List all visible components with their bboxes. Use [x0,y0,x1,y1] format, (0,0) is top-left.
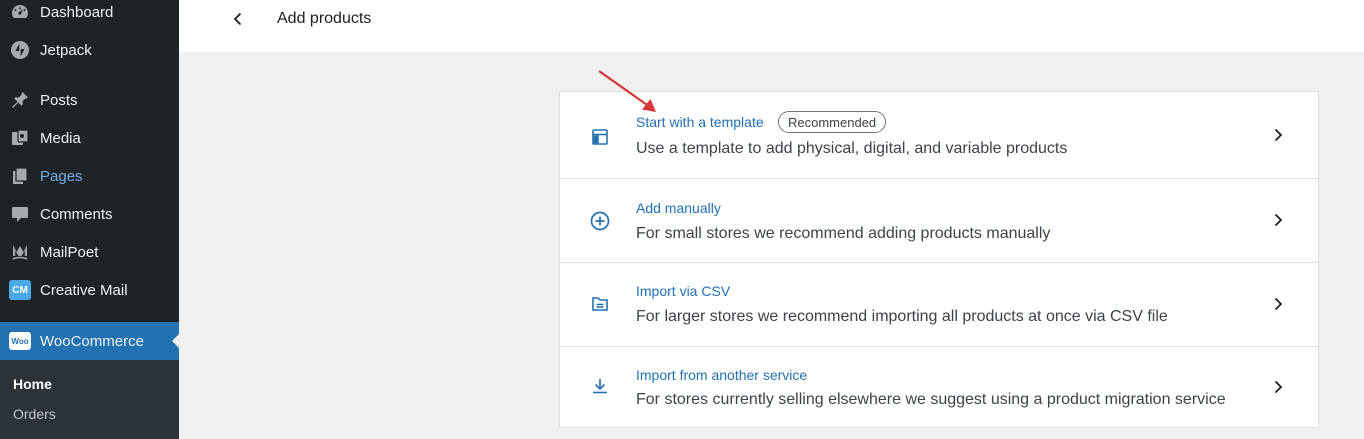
mailpoet-icon [9,241,31,263]
option-title: Import via CSV [636,283,731,299]
chevron-right-icon [1266,123,1290,147]
pin-icon [9,89,31,111]
sidebar-item-jetpack[interactable]: Jetpack [0,33,179,67]
woocommerce-icon: Woo [9,330,31,352]
sidebar-item-label: Dashboard [40,3,114,21]
add-products-options-card: Start with a template Recommended Use a … [559,91,1319,428]
option-description: Use a template to add physical, digital,… [636,140,1068,157]
woocommerce-badge: Woo [9,332,31,350]
woocommerce-submenu: Home Orders [0,360,179,439]
sidebar-item-comments[interactable]: Comments [0,197,179,231]
row-divider [560,178,1318,179]
sidebar-item-label: Jetpack [40,41,92,59]
option-import-from-another-service[interactable]: Import from another service For stores c… [560,346,1318,428]
chevron-right-icon [1266,208,1290,232]
sidebar-item-media[interactable]: Media [0,121,179,155]
sidebar-item-label: Creative Mail [40,281,128,299]
dashboard-icon [9,1,31,23]
option-add-manually[interactable]: Add manually For small stores we recomme… [560,178,1318,262]
sidebar-item-dashboard[interactable]: Dashboard [0,0,179,29]
submenu-item-orders[interactable]: Orders [13,406,56,422]
annotation-arrow-icon [598,70,656,112]
sidebar-item-label: Media [40,129,81,147]
creative-mail-icon: CM [9,279,31,301]
recommended-badge: Recommended [778,111,887,133]
chevron-left-icon [233,12,242,26]
back-button[interactable] [227,8,249,30]
option-title: Start with a template [636,114,764,130]
jetpack-icon [9,39,31,61]
sidebar-item-label: Comments [40,205,113,223]
download-icon [588,374,612,398]
layout-template-icon [588,125,612,149]
option-description: For larger stores we recommend importing… [636,308,1168,325]
sidebar-item-label: MailPoet [40,243,99,261]
sidebar-item-creative-mail[interactable]: CM Creative Mail [0,273,179,307]
chevron-right-icon [1266,375,1290,399]
sidebar-item-label: Posts [40,91,78,109]
option-title: Import from another service [636,367,808,383]
sidebar-item-label: WooCommerce [40,332,144,350]
page-header: Add products [179,0,1364,52]
creative-mail-badge: CM [9,280,31,300]
sidebar-item-label: Pages [40,167,83,185]
admin-sidebar: Dashboard Jetpack Posts Media Pages Comm… [0,0,180,439]
option-import-via-csv[interactable]: Import via CSV For larger stores we reco… [560,262,1318,346]
page-title: Add products [277,10,372,27]
sidebar-item-pages[interactable]: Pages [0,159,179,193]
row-divider [560,262,1318,263]
comment-icon [9,203,31,225]
csv-file-icon [588,292,612,316]
option-description: For small stores we recommend adding pro… [636,225,1051,242]
chevron-right-icon [1266,292,1290,316]
option-description: For stores currently selling elsewhere w… [636,391,1226,408]
media-icon [9,127,31,149]
pages-icon [9,165,31,187]
option-start-with-template[interactable]: Start with a template Recommended Use a … [560,92,1318,178]
row-divider [560,346,1318,347]
sidebar-item-posts[interactable]: Posts [0,83,179,117]
option-title: Add manually [636,200,721,216]
plus-circle-icon [588,209,612,233]
sidebar-item-mailpoet[interactable]: MailPoet [0,235,179,269]
submenu-item-home[interactable]: Home [13,376,52,392]
sidebar-item-woocommerce[interactable]: Woo WooCommerce [0,322,180,360]
